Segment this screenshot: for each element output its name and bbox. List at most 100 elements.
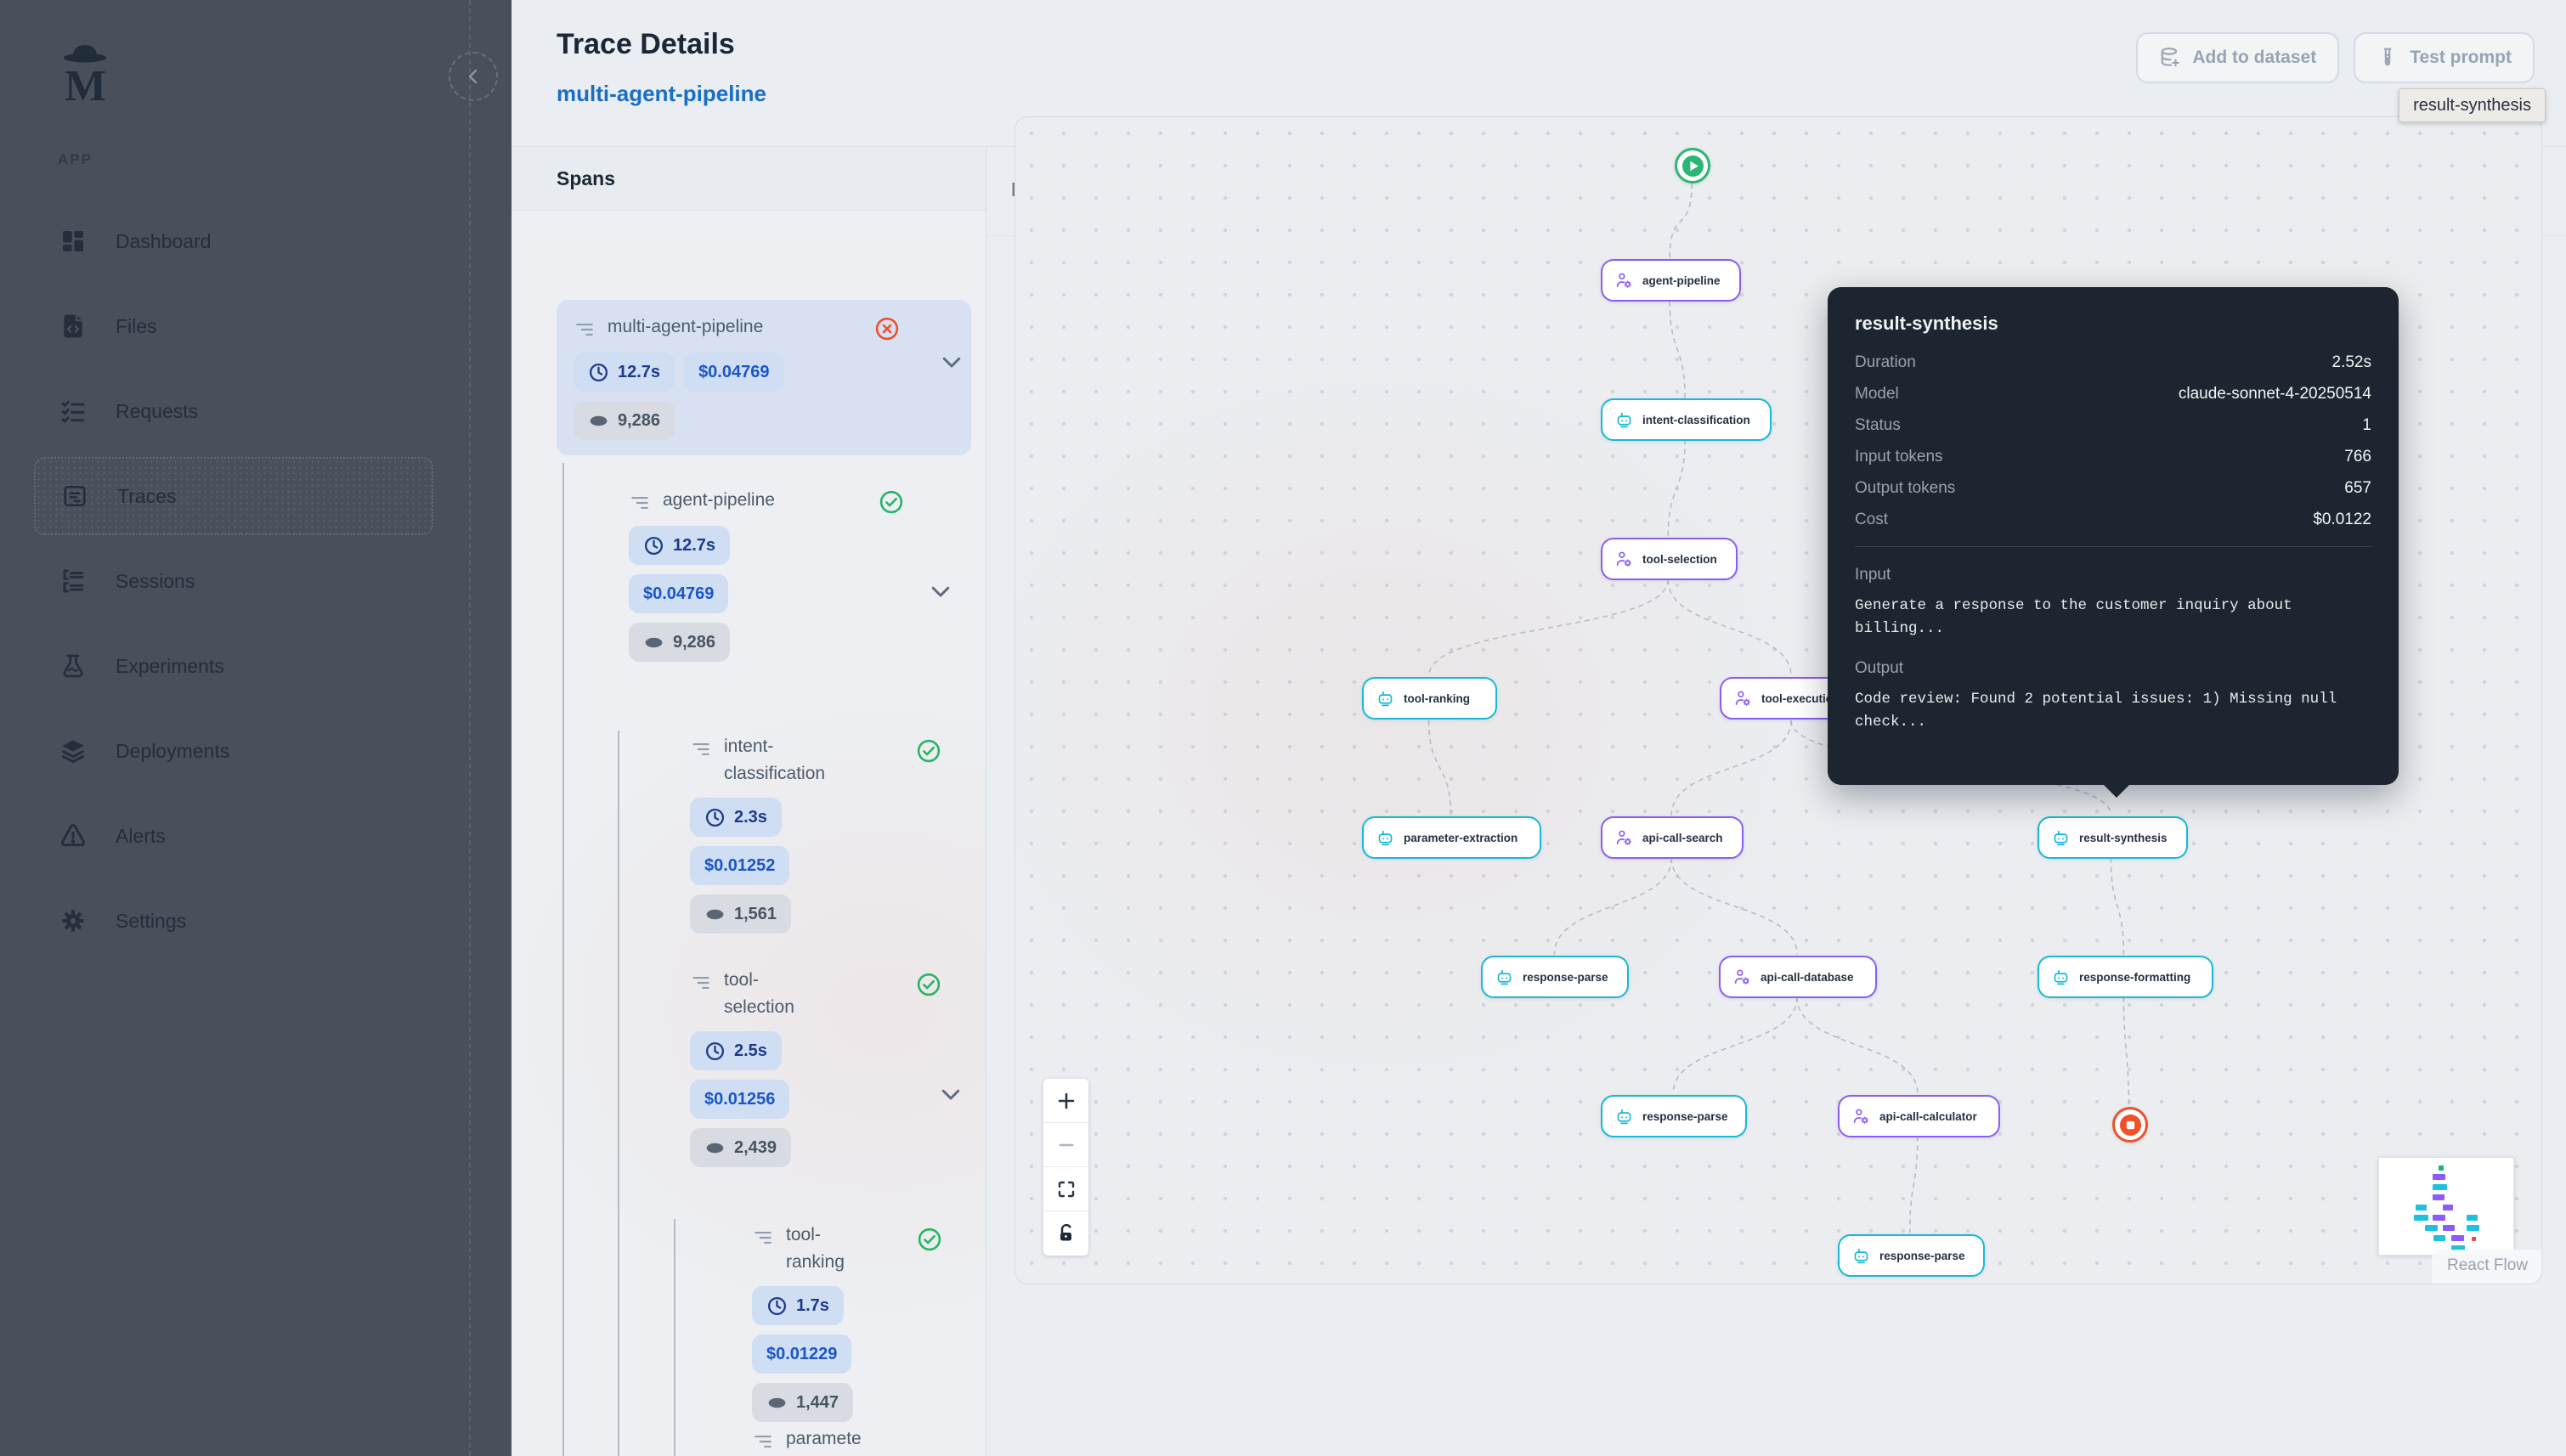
cost-badge: $0.04769 (629, 574, 728, 613)
tooltip-row-value: claude-sonnet-4-20250514 (2179, 385, 2371, 404)
sidebar-item-label: Alerts (116, 825, 166, 848)
spans-panel-title: Spans (512, 147, 986, 211)
sidebar-item-experiments[interactable]: Experiments (34, 627, 433, 705)
span-item-tool-selection[interactable]: tool-selection 2.5s $0.01256 2,439 (690, 967, 970, 1167)
lock-open-control-button[interactable] (1043, 1211, 1088, 1256)
sidebar-item-files[interactable]: Files (34, 287, 433, 365)
sidebar-item-settings[interactable]: Settings (34, 882, 433, 960)
sidebar-item-traces[interactable]: Traces (34, 457, 433, 535)
minus-control-button[interactable] (1043, 1123, 1088, 1167)
span-item-multi-agent-pipeline[interactable]: multi-agent-pipeline 12.7s $0.04769 9,28… (557, 300, 971, 455)
minus-icon (1056, 1135, 1077, 1155)
node-label: api-call-calculator (1879, 1110, 1977, 1123)
graph-node-tool-ranking[interactable]: tool-ranking (1362, 677, 1497, 720)
tooltip-row-label: Model (1855, 385, 1899, 404)
fit-view-control-button[interactable] (1043, 1167, 1088, 1211)
expand-chevron-icon[interactable] (939, 349, 964, 375)
graph-node-parameter-extraction[interactable]: parameter-extraction (1362, 816, 1541, 859)
check-circle-icon (916, 738, 941, 764)
tokens-badge: 2,439 (690, 1128, 791, 1167)
user-gear-icon (1733, 968, 1751, 986)
span-name: tool-selection (724, 967, 805, 1020)
user-gear-icon (1852, 1108, 1870, 1126)
sidebar-item-label: Sessions (116, 570, 195, 593)
none-status-icon (946, 1428, 971, 1453)
graph-node-response-parse-1[interactable]: response-parse (1481, 956, 1629, 998)
cost-badge: $0.01252 (690, 846, 789, 885)
sidebar-item-requests[interactable]: Requests (34, 372, 433, 450)
span-item-agent-pipeline[interactable]: agent-pipeline 12.7s $0.04769 9,286 (629, 487, 960, 662)
user-gear-icon (1615, 550, 1633, 568)
graph-canvas[interactable]: agent-pipeline intent-classification too… (1015, 116, 2542, 1284)
tooltip-output-label: Output (1855, 659, 2371, 678)
user-gear-icon (1615, 829, 1633, 847)
sidebar-resize-guide (469, 0, 471, 1456)
start-node[interactable] (1675, 148, 1710, 183)
graph-minimap[interactable] (2378, 1157, 2514, 1256)
graph-node-response-parse-2[interactable]: response-parse (1601, 1095, 1747, 1137)
requests-icon (59, 398, 87, 425)
expand-chevron-icon[interactable] (928, 578, 953, 604)
graph-node-intent-classification[interactable]: intent-classification (1601, 398, 1772, 441)
spans-panel: Spans multi-agent-pipeline 12.7s $0.0476… (512, 147, 986, 1456)
robot-icon (1615, 1108, 1633, 1126)
error-status-icon (874, 316, 900, 341)
span-item-tool-ranking[interactable]: tool-ranking 1.7s $0.01229 1,447 (752, 1222, 971, 1422)
graph-node-api-call-database[interactable]: api-call-database (1719, 956, 1877, 998)
tooltip-row-label: Cost (1855, 511, 1888, 529)
duration-badge: 1.7s (752, 1286, 844, 1325)
graph-node-tool-selection[interactable]: tool-selection (1601, 538, 1738, 580)
check-circle-icon (916, 972, 941, 997)
minimap-node (2433, 1184, 2447, 1190)
minimap-node (2433, 1215, 2445, 1221)
sidebar-item-alerts[interactable]: Alerts (34, 797, 433, 875)
graph-node-api-call-search[interactable]: api-call-search (1601, 816, 1744, 859)
experiments-icon (59, 652, 87, 680)
check-circle-icon (879, 489, 904, 515)
expand-chevron-icon[interactable] (938, 1081, 964, 1107)
error-circle-icon (874, 316, 900, 341)
minimap-node (2439, 1165, 2444, 1171)
dashboard-icon (59, 228, 87, 255)
trace-span-icon (629, 492, 651, 514)
stop-icon (2120, 1115, 2141, 1136)
node-label: response-parse (1523, 971, 1608, 984)
add-to-dataset-button[interactable]: Add to dataset (2136, 32, 2339, 83)
robot-icon (1376, 829, 1394, 847)
button-label: Add to dataset (2192, 48, 2316, 68)
test-prompt-button[interactable]: Test prompt (2354, 32, 2535, 83)
app-logo[interactable]: M (49, 34, 121, 110)
plus-control-button[interactable] (1043, 1079, 1088, 1123)
end-node[interactable] (2112, 1107, 2148, 1143)
chevron-left-icon (465, 68, 482, 85)
check-circle-icon (917, 1227, 942, 1252)
sidebar-collapse-button[interactable] (449, 52, 498, 101)
success-status-icon (879, 489, 904, 515)
sidebar-item-label: Files (116, 315, 157, 338)
sidebar: M APP DashboardFilesRequestsTracesSessio… (0, 0, 512, 1456)
node-label: api-call-search (1642, 832, 1723, 844)
lock-open-icon (1056, 1223, 1077, 1244)
alerts-icon (59, 822, 87, 849)
robot-icon (1852, 1247, 1870, 1265)
span-item-paramete[interactable]: paramete (752, 1425, 971, 1453)
span-item-intent-classification[interactable]: intent-classification 2.3s $0.01252 1,56… (690, 733, 970, 934)
graph-node-result-synthesis[interactable]: result-synthesis (2038, 816, 2188, 859)
deployments-icon (59, 737, 87, 765)
tree-indent-guide (618, 731, 619, 1456)
graph-node-response-formatting[interactable]: response-formatting (2038, 956, 2213, 998)
sidebar-item-deployments[interactable]: Deployments (34, 712, 433, 790)
minimap-node (2451, 1235, 2464, 1241)
graph-node-agent-pipeline[interactable]: agent-pipeline (1601, 259, 1741, 302)
trace-name-link[interactable]: multi-agent-pipeline (557, 81, 766, 107)
sidebar-item-sessions[interactable]: Sessions (34, 542, 433, 620)
sidebar-item-dashboard[interactable]: Dashboard (34, 202, 433, 280)
graph-node-api-call-calculator[interactable]: api-call-calculator (1838, 1095, 2000, 1137)
detective-m-logo-icon: M (49, 34, 121, 110)
duration-badge: 12.7s (629, 526, 730, 565)
tooltip-row-value: 766 (2344, 448, 2371, 466)
sidebar-item-label: Deployments (116, 740, 229, 763)
graph-node-response-parse-3[interactable]: response-parse (1838, 1234, 1985, 1277)
sidebar-item-label: Experiments (116, 655, 224, 678)
files-icon (59, 313, 87, 340)
